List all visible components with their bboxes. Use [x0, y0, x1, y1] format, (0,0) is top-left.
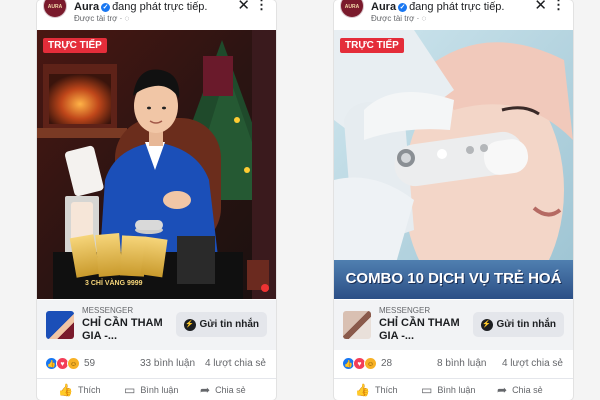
verified-icon: ✓	[101, 3, 111, 12]
messenger-cta[interactable]: MESSENGER CHỈ CẦN THAM GIA -... ⚡ Gửi ti…	[334, 300, 573, 350]
sponsored-label: Được tài trợ · ◌	[371, 14, 427, 23]
overlay-caption: 3 CHỈ VÀNG 9999	[85, 280, 143, 287]
like-icon: 👍	[355, 383, 370, 397]
like-button[interactable]: 👍 Thích	[58, 383, 100, 397]
messenger-icon: ⚡	[480, 318, 493, 331]
more-icon[interactable]: ⋮	[255, 0, 268, 13]
post-header: AURA Aura ✓ đang phát trực tiếp. Được tài …	[37, 0, 276, 28]
comment-button[interactable]: ▭ Bình luận	[421, 383, 475, 397]
reactions[interactable]: 👍 ♥ ☺ 59	[45, 357, 95, 370]
page-name-line: Aura ✓ đang phát trực tiếp.	[371, 1, 505, 13]
haha-reaction-icon: ☺	[67, 357, 80, 370]
like-icon: 👍	[58, 383, 73, 397]
post-card-1: AURA Aura ✓ đang phát trực tiếp. Được tài …	[37, 0, 276, 400]
share-button[interactable]: ➦ Chia sẻ	[497, 383, 543, 397]
page-name[interactable]: Aura	[371, 1, 396, 13]
post-stats: 👍 ♥ ☺ 28 8 bình luận 4 lượt chia sẻ	[334, 356, 573, 374]
like-button[interactable]: 👍 Thích	[355, 383, 397, 397]
messenger-cta[interactable]: MESSENGER CHỈ CẦN THAM GIA -... ⚡ Gửi ti…	[37, 300, 276, 350]
reactions[interactable]: 👍 ♥ ☺ 28	[342, 357, 392, 370]
share-icon: ➦	[200, 383, 211, 397]
page-name-line: Aura ✓ đang phát trực tiếp.	[74, 1, 208, 13]
comment-icon: ▭	[421, 383, 433, 397]
live-badge: TRỰC TIẾP	[340, 38, 404, 53]
post-status: đang phát trực tiếp.	[409, 1, 505, 13]
avatar[interactable]: AURA	[43, 0, 67, 18]
cta-label: MESSENGER	[379, 306, 431, 315]
comment-button[interactable]: ▭ Bình luận	[124, 383, 178, 397]
live-video[interactable]: TRỰC TIẾP COMBO 10 DỊCH VỤ TRẺ HOÁ	[334, 30, 573, 299]
cta-title: CHỈ CẦN THAM GIA -...	[82, 317, 163, 342]
close-icon[interactable]: ✕	[534, 0, 547, 14]
sponsored-label: Được tài trợ · ◌	[74, 14, 130, 23]
comment-count[interactable]: 8 bình luận	[437, 358, 487, 369]
globe-icon: ◌	[421, 14, 427, 23]
post-actions: 👍 Thích ▭ Bình luận ➦ Chia sẻ	[334, 378, 573, 398]
overlay-caption: COMBO 10 DỊCH VỤ TRẺ HOÁ	[345, 270, 562, 287]
feed: AURA Aura ✓ đang phát trực tiếp. Được tài …	[0, 0, 600, 400]
cta-thumbnail	[46, 311, 74, 339]
share-icon: ➦	[497, 383, 508, 397]
live-badge: TRỰC TIẾP	[43, 38, 107, 53]
send-message-label: Gửi tin nhắn	[496, 319, 556, 330]
comment-count[interactable]: 33 bình luận	[140, 358, 195, 369]
reaction-count: 28	[381, 358, 393, 369]
cta-label: MESSENGER	[82, 306, 134, 315]
post-status: đang phát trực tiếp.	[112, 1, 208, 13]
cta-thumbnail	[343, 311, 371, 339]
send-message-button[interactable]: ⚡ Gửi tin nhắn	[175, 312, 267, 337]
page-name[interactable]: Aura	[74, 1, 99, 13]
haha-reaction-icon: ☺	[364, 357, 377, 370]
messenger-icon: ⚡	[183, 318, 196, 331]
live-video[interactable]: TRỰC TIẾP 3 CHỈ VÀNG 9999	[37, 30, 276, 299]
share-button[interactable]: ➦ Chia sẻ	[200, 383, 246, 397]
avatar[interactable]: AURA	[340, 0, 364, 18]
post-header: AURA Aura ✓ đang phát trực tiếp. Được tài …	[334, 0, 573, 28]
more-icon[interactable]: ⋮	[552, 0, 565, 13]
share-count[interactable]: 4 lượt chia sẻ	[502, 358, 563, 369]
video-frame	[334, 30, 573, 299]
video-frame	[37, 30, 276, 299]
globe-icon: ◌	[124, 14, 130, 23]
comment-icon: ▭	[124, 383, 136, 397]
verified-icon: ✓	[398, 3, 408, 12]
post-actions: 👍 Thích ▭ Bình luận ➦ Chia sẻ	[37, 378, 276, 398]
send-message-label: Gửi tin nhắn	[199, 319, 259, 330]
close-icon[interactable]: ✕	[237, 0, 250, 14]
reaction-count: 59	[84, 358, 96, 369]
send-message-button[interactable]: ⚡ Gửi tin nhắn	[472, 312, 564, 337]
post-stats: 👍 ♥ ☺ 59 33 bình luận 4 lượt chia sẻ	[37, 356, 276, 374]
share-count[interactable]: 4 lượt chia sẻ	[205, 358, 266, 369]
cta-title: CHỈ CẦN THAM GIA -...	[379, 317, 460, 342]
post-card-2: AURA Aura ✓ đang phát trực tiếp. Được tài …	[334, 0, 573, 400]
